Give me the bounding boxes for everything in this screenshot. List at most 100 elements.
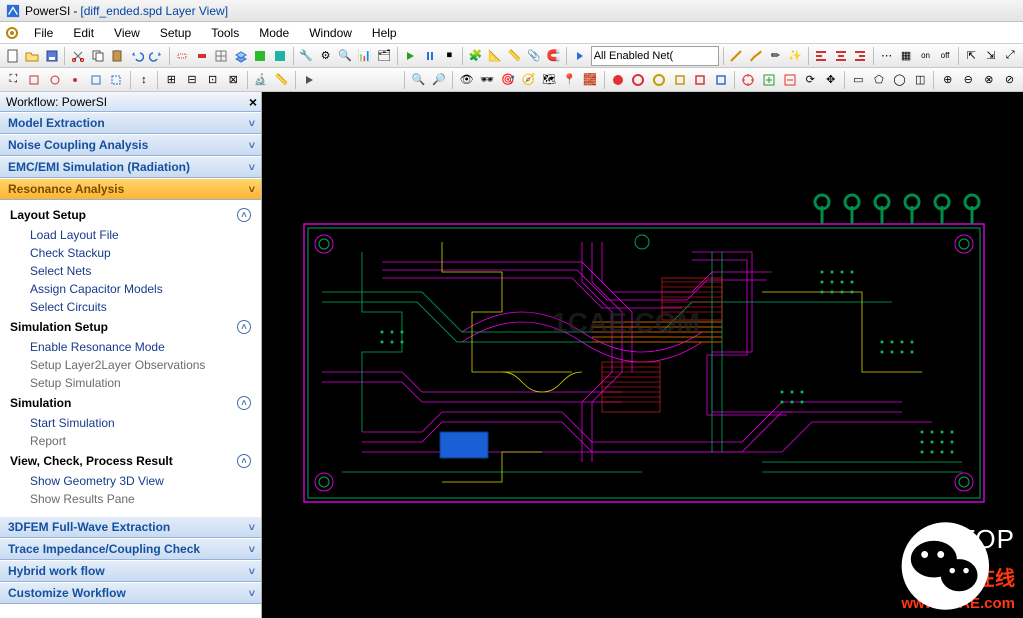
- close-icon[interactable]: ×: [249, 94, 257, 110]
- probe-icon[interactable]: 🔬: [251, 70, 270, 90]
- misc-3-icon[interactable]: ⤢: [1002, 46, 1019, 66]
- collapse-icon[interactable]: ˄: [237, 208, 251, 222]
- sel-lasso-icon[interactable]: ◯: [890, 70, 909, 90]
- plus-box-icon[interactable]: [760, 70, 779, 90]
- menu-tools[interactable]: Tools: [201, 24, 249, 42]
- layer-teal-icon[interactable]: [271, 46, 288, 66]
- sel-rect-icon[interactable]: ▭: [849, 70, 868, 90]
- stop-icon[interactable]: [608, 70, 627, 90]
- snap-b-icon[interactable]: ⊟: [183, 70, 202, 90]
- open-icon[interactable]: [23, 46, 40, 66]
- next-icon[interactable]: [571, 46, 588, 66]
- collapse-icon[interactable]: ˄: [237, 454, 251, 468]
- layer-rect-icon[interactable]: [174, 46, 191, 66]
- copy-icon[interactable]: [89, 46, 106, 66]
- square-r-icon[interactable]: [691, 70, 710, 90]
- net-selector[interactable]: [591, 46, 719, 66]
- menu-view[interactable]: View: [104, 24, 150, 42]
- grid-box-icon[interactable]: ▦: [897, 46, 914, 66]
- zoom-out-icon[interactable]: 🔎: [430, 70, 449, 90]
- tool-b-icon[interactable]: ⚙: [317, 46, 334, 66]
- mode-c-icon[interactable]: ⊗: [980, 70, 999, 90]
- wf-link-select-nets[interactable]: Select Nets: [0, 262, 261, 280]
- meas-v-icon[interactable]: ↕: [135, 70, 154, 90]
- wiz-b-icon[interactable]: 📐: [486, 46, 503, 66]
- wf-link-check-stackup[interactable]: Check Stackup: [0, 244, 261, 262]
- wiz-c-icon[interactable]: 📏: [506, 46, 523, 66]
- mode-a-icon[interactable]: ⊕: [938, 70, 957, 90]
- vis-g-icon[interactable]: 🧱: [581, 70, 600, 90]
- menu-file[interactable]: File: [24, 24, 63, 42]
- vis-f-icon[interactable]: 📍: [560, 70, 579, 90]
- menu-window[interactable]: Window: [299, 24, 362, 42]
- wf-header-resonance[interactable]: Resonance Analysis˅: [0, 178, 261, 200]
- tool-a-icon[interactable]: 🔧: [297, 46, 314, 66]
- view-dash-icon[interactable]: [107, 70, 126, 90]
- wf-link-report[interactable]: Report: [0, 432, 261, 450]
- run-icon[interactable]: [402, 46, 419, 66]
- undo-icon[interactable]: [128, 46, 145, 66]
- menu-edit[interactable]: Edit: [63, 24, 104, 42]
- layer-grid-icon[interactable]: [213, 46, 230, 66]
- play2-icon[interactable]: [300, 70, 319, 90]
- mode-d-icon[interactable]: ⊘: [1000, 70, 1019, 90]
- tool-c-icon[interactable]: 🔍: [336, 46, 353, 66]
- mode-b-icon[interactable]: ⊖: [959, 70, 978, 90]
- view-dot-icon[interactable]: [66, 70, 85, 90]
- collapse-icon[interactable]: ˄: [237, 320, 251, 334]
- view-blue-icon[interactable]: [86, 70, 105, 90]
- circle-y-icon[interactable]: [650, 70, 669, 90]
- sel-poly-icon[interactable]: ⬠: [870, 70, 889, 90]
- menu-help[interactable]: Help: [362, 24, 407, 42]
- wf-header-3dfem[interactable]: 3DFEM Full-Wave Extraction˅: [0, 516, 261, 538]
- misc-1-icon[interactable]: ⇱: [963, 46, 980, 66]
- align-left-icon[interactable]: [813, 46, 830, 66]
- menu-setup[interactable]: Setup: [150, 24, 201, 42]
- gear-icon[interactable]: [4, 25, 20, 41]
- layer-3d-icon[interactable]: [232, 46, 249, 66]
- wiz-a-icon[interactable]: 🧩: [467, 46, 484, 66]
- wiz-d-icon[interactable]: 📎: [525, 46, 542, 66]
- vis-d-icon[interactable]: 🧭: [519, 70, 538, 90]
- view-red-icon[interactable]: [25, 70, 44, 90]
- cut-icon[interactable]: [69, 46, 86, 66]
- wf-link-enable-res[interactable]: Enable Resonance Mode: [0, 338, 261, 356]
- vis-a-icon[interactable]: 👁: [457, 70, 476, 90]
- rec-icon[interactable]: [629, 70, 648, 90]
- wf-link-assign-cap[interactable]: Assign Capacitor Models: [0, 280, 261, 298]
- ruler-icon[interactable]: 📏: [272, 70, 291, 90]
- layer-fill-icon[interactable]: [193, 46, 210, 66]
- wf-header-trace[interactable]: Trace Impedance/Coupling Check˅: [0, 538, 261, 560]
- wf-link-geom-3d[interactable]: Show Geometry 3D View: [0, 472, 261, 490]
- vis-b-icon[interactable]: 🕶: [478, 70, 497, 90]
- minus-box-icon[interactable]: [780, 70, 799, 90]
- wf-link-layer2layer[interactable]: Setup Layer2Layer Observations: [0, 356, 261, 374]
- square-b-icon[interactable]: [712, 70, 731, 90]
- tool-d-icon[interactable]: 📊: [356, 46, 373, 66]
- wf-header-model-extraction[interactable]: Model Extraction˅: [0, 112, 261, 134]
- move-icon[interactable]: ✥: [821, 70, 840, 90]
- wf-link-setup-sim[interactable]: Setup Simulation: [0, 374, 261, 392]
- grid-off-icon[interactable]: off: [936, 46, 953, 66]
- wf-header-emc-emi[interactable]: EMC/EMI Simulation (Radiation)˅: [0, 156, 261, 178]
- square-y-icon[interactable]: [670, 70, 689, 90]
- view-circle-icon[interactable]: [45, 70, 64, 90]
- snap-a-icon[interactable]: ⊞: [162, 70, 181, 90]
- vis-e-icon[interactable]: 🗺: [540, 70, 559, 90]
- layout-canvas[interactable]: 1CAE.COM EETOP 仿真在线 www.1CAE.com: [262, 92, 1023, 618]
- shape-line-icon[interactable]: [728, 46, 745, 66]
- wf-link-load-layout[interactable]: Load Layout File: [0, 226, 261, 244]
- tool-e-icon[interactable]: 🗂: [375, 46, 392, 66]
- shape-magic-icon[interactable]: ✨: [786, 46, 803, 66]
- wf-header-noise-coupling[interactable]: Noise Coupling Analysis˅: [0, 134, 261, 156]
- wf-link-start-sim[interactable]: Start Simulation: [0, 414, 261, 432]
- zoom-in-icon[interactable]: 🔍: [409, 70, 428, 90]
- shape-pencil-icon[interactable]: ✏: [767, 46, 784, 66]
- wf-link-results-pane[interactable]: Show Results Pane: [0, 490, 261, 508]
- layer-green-icon[interactable]: [252, 46, 269, 66]
- new-icon[interactable]: [4, 46, 21, 66]
- align-center-icon[interactable]: [832, 46, 849, 66]
- misc-2-icon[interactable]: ⇲: [982, 46, 999, 66]
- rot-icon[interactable]: ⟳: [801, 70, 820, 90]
- shape-brush-icon[interactable]: [747, 46, 764, 66]
